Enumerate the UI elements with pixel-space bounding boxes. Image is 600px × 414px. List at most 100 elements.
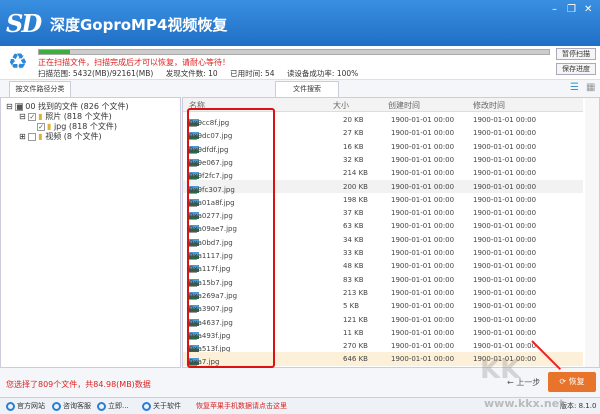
tab-by-path[interactable]: 按文件路径分类: [9, 81, 71, 97]
tree-label: 照片: [45, 112, 62, 121]
recover-button[interactable]: ⟳ 恢复: [548, 372, 596, 392]
progress-fill: [39, 50, 70, 54]
file-created: 1900-01-01 00:00: [391, 116, 455, 124]
apple-recovery-link[interactable]: 恢复苹果手机数据请点击这里: [196, 401, 287, 411]
tree-node-videos[interactable]: ⊞ ▮ 视频 (8 个文件): [19, 131, 102, 142]
file-row[interactable]: ✓0xa117f.jpg 48 KB 1900-01-01 00:00 1900…: [183, 259, 583, 274]
file-modified: 1900-01-01 00:00: [473, 155, 537, 164]
file-created: 1900-01-01 00:00: [391, 302, 455, 311]
home-icon: [6, 401, 15, 411]
elapsed-time: 已用时间: 54: [230, 69, 275, 78]
file-modified: 1900-01-01 00:00: [473, 195, 537, 204]
pause-scan-button[interactable]: 暂停扫描: [556, 48, 596, 60]
file-size: 214 KB: [343, 169, 368, 178]
link-label: 立即...: [108, 402, 129, 410]
file-modified: 1900-01-01 00:00: [473, 129, 537, 138]
save-progress-button[interactable]: 保存进度: [556, 63, 596, 75]
file-created: 1900-01-01 00:00: [391, 182, 455, 191]
file-size: 11 KB: [343, 328, 364, 337]
column-modified[interactable]: 修改时间: [473, 100, 505, 111]
file-row[interactable]: 0xa01a8f.jpg 198 KB 1900-01-01 00:00 190…: [183, 193, 583, 207]
column-size[interactable]: 大小: [333, 100, 349, 111]
scrollbar[interactable]: [585, 98, 599, 367]
file-row[interactable]: ✓0xa513f.jpg 270 KB 1900-01-01 00:00 190…: [183, 339, 583, 354]
file-modified: 1900-01-01 00:00: [473, 328, 537, 337]
file-created: 1900-01-01 00:00: [391, 288, 455, 297]
file-row[interactable]: ✓0x9e067.jpg 32 KB 1900-01-01 00:00 1900…: [183, 153, 583, 167]
info-icon: [142, 401, 151, 411]
list-view-icon[interactable]: ☰: [570, 82, 579, 93]
file-size: 20 KB: [343, 116, 364, 124]
file-size: 200 KB: [343, 182, 368, 191]
buy-link[interactable]: 立即...: [97, 401, 129, 411]
tree-label: 00 找到的文件: [25, 102, 78, 111]
file-modified: 1900-01-01 00:00: [473, 288, 537, 297]
about-link[interactable]: 关于软件: [142, 401, 181, 411]
file-size: 646 KB: [343, 355, 368, 364]
file-row[interactable]: 0xa269a7.jpg 213 KB 1900-01-01 00:00 190…: [183, 286, 583, 300]
support-link[interactable]: 咨询客服: [52, 401, 91, 411]
file-size: 33 KB: [343, 249, 364, 257]
file-created: 1900-01-01 00:00: [391, 249, 455, 257]
file-row[interactable]: ✓0xa493f.jpg 11 KB 1900-01-01 00:00 1900…: [183, 326, 583, 340]
file-size: 83 KB: [343, 275, 364, 284]
file-modified: 1900-01-01 00:00: [473, 209, 537, 218]
watermark-url: www.kkx.net: [484, 397, 565, 410]
file-created: 1900-01-01 00:00: [391, 328, 455, 337]
file-row[interactable]: ✓0x9dc07.jpg 27 KB 1900-01-01 00:00 1900…: [183, 126, 583, 141]
link-label: 咨询客服: [63, 402, 91, 410]
file-row[interactable]: 0x9fc307.jpg 200 KB 1900-01-01 00:00 190…: [183, 179, 583, 194]
file-row[interactable]: ✓0xa4637.jpg 121 KB 1900-01-01 00:00 190…: [183, 313, 583, 327]
official-site-link[interactable]: 官方网站: [6, 401, 45, 411]
file-row[interactable]: ✓0xa7.jpg 646 KB 1900-01-01 00:00 1900-0…: [183, 352, 583, 367]
file-modified: 1900-01-01 00:00: [473, 222, 537, 231]
file-row[interactable]: 0x9f2fc7.jpg 214 KB 1900-01-01 00:00 190…: [183, 166, 583, 181]
file-row[interactable]: ✓0x9dfdf.jpg 16 KB 1900-01-01 00:00 1900…: [183, 140, 583, 154]
checkbox[interactable]: ■: [15, 102, 24, 111]
column-created[interactable]: 创建时间: [388, 100, 420, 111]
scan-progress-bar: [38, 49, 550, 55]
scan-panel: ♻ 正在扫描文件，扫描完成后才可以恢复，请耐心等待！ 扫描范围: 5432(MB…: [0, 46, 600, 80]
watermark-logo: KK: [480, 355, 521, 385]
grid-view-icon[interactable]: ▦: [586, 82, 595, 93]
file-size: 48 KB: [343, 262, 364, 271]
file-created: 1900-01-01 00:00: [391, 142, 455, 151]
recover-label: 恢复: [568, 377, 585, 386]
file-modified: 1900-01-01 00:00: [473, 342, 537, 351]
selection-summary: 您选择了809个文件，共84.98(MB)数据: [6, 380, 151, 389]
folder-icon: ▮: [47, 122, 52, 131]
tab-file-search[interactable]: 文件搜索: [275, 81, 339, 97]
file-modified: 1900-01-01 00:00: [473, 275, 537, 284]
file-size: 32 KB: [343, 155, 364, 164]
file-size: 37 KB: [343, 209, 364, 218]
file-size: 198 KB: [343, 195, 368, 204]
file-size: 213 KB: [343, 288, 368, 297]
file-row[interactable]: ✓0xa1117.jpg 33 KB 1900-01-01 00:00 1900…: [183, 246, 583, 260]
scan-range: 扫描范围: 5432(MB)/92161(MB): [38, 69, 154, 78]
app-title: 深度GoproMP4视频恢复: [50, 16, 228, 34]
file-created: 1900-01-01 00:00: [391, 235, 455, 244]
column-name[interactable]: 名称: [189, 100, 205, 111]
read-success-rate: 读设备成功率: 100%: [286, 69, 359, 78]
checkbox[interactable]: ✓: [28, 112, 37, 121]
scan-info: 扫描范围: 5432(MB)/92161(MB) 发现文件数: 10 已用时间:…: [38, 68, 368, 79]
restore-icon[interactable]: ❐: [567, 4, 576, 15]
file-row[interactable]: ✓0xa0bd7.jpg 34 KB 1900-01-01 00:00 1900…: [183, 233, 583, 247]
file-row[interactable]: ✓0xa15b7.jpg 83 KB 1900-01-01 00:00 1900…: [183, 273, 583, 287]
close-icon[interactable]: ✕: [584, 4, 592, 15]
file-list: 名称 大小 创建时间 修改时间 ✓0x9cc8f.jpg 20 KB 1900-…: [182, 97, 600, 368]
file-created: 1900-01-01 00:00: [391, 155, 455, 164]
file-row[interactable]: 0xa09ae7.jpg 63 KB 1900-01-01 00:00 1900…: [183, 219, 583, 234]
checkbox[interactable]: ✓: [37, 122, 45, 131]
tree-count: (818 个文件): [68, 122, 117, 131]
tab-bar: 按文件路径分类 文件搜索 ☰ ▦: [0, 80, 600, 97]
tree-count: (818 个文件): [63, 112, 112, 121]
file-row[interactable]: ✓0xa3907.jpg 5 KB 1900-01-01 00:00 1900-…: [183, 299, 583, 314]
file-size: 121 KB: [343, 315, 368, 324]
file-row[interactable]: ✓0xa0277.jpg 37 KB 1900-01-01 00:00 1900…: [183, 206, 583, 221]
file-created: 1900-01-01 00:00: [391, 275, 455, 284]
file-row[interactable]: ✓0x9cc8f.jpg 20 KB 1900-01-01 00:00 1900…: [183, 113, 583, 127]
minimize-icon[interactable]: –: [552, 4, 557, 15]
checkbox[interactable]: [28, 132, 37, 141]
file-created: 1900-01-01 00:00: [391, 342, 455, 351]
